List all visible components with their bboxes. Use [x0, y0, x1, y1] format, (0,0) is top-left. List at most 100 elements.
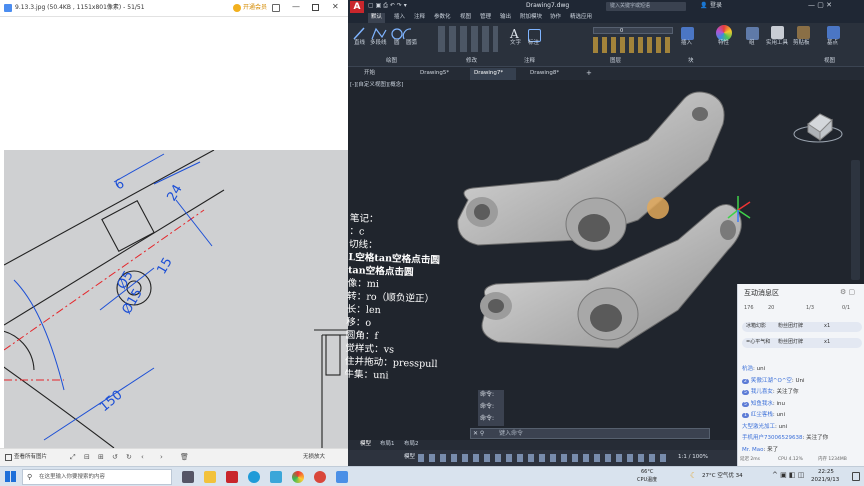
- line-label[interactable]: 直线: [354, 40, 365, 47]
- tab-manage[interactable]: 管理: [480, 14, 491, 21]
- status-model[interactable]: 模型: [404, 454, 415, 461]
- command-close-icon[interactable]: ✕ ⚲: [473, 431, 484, 437]
- viewport-label[interactable]: [-][自定义视图][概念]: [350, 82, 403, 89]
- grid-icon[interactable]: [5, 454, 12, 461]
- chat-username[interactable]: 大型激光加工: [742, 424, 775, 430]
- doc-tab-drawing5[interactable]: Drawing5*: [420, 70, 449, 77]
- tray-icons[interactable]: ^ ▣ ◧ ◫: [772, 472, 804, 479]
- draw-tools-icons[interactable]: [352, 25, 412, 41]
- tab-featured[interactable]: 精选应用: [570, 14, 592, 21]
- polyline-label[interactable]: 多段线: [370, 40, 387, 47]
- status-toggles[interactable]: [418, 454, 668, 462]
- clock-date[interactable]: 2021/9/13: [811, 477, 839, 484]
- chat-username[interactable]: 手机用户73006529638: [742, 435, 803, 441]
- arc-label[interactable]: 圆弧: [406, 40, 417, 47]
- command-line[interactable]: ✕ ⚲ 键入命令: [470, 428, 710, 439]
- tab-default[interactable]: 默认: [368, 13, 386, 23]
- group-label[interactable]: 组: [749, 40, 755, 47]
- folder-icon[interactable]: [204, 471, 216, 483]
- panel-annotate-label[interactable]: 注释: [524, 58, 535, 65]
- doc-tab-start[interactable]: 开始: [364, 70, 375, 77]
- task-view-icon[interactable]: [182, 471, 194, 483]
- chat-username[interactable]: 知鱼我水: [751, 401, 773, 407]
- panel-view-label[interactable]: 视图: [824, 58, 835, 65]
- command-input[interactable]: 键入命令: [499, 431, 523, 437]
- search-input[interactable]: 键入关键字或短语: [610, 4, 650, 9]
- app-icon[interactable]: [314, 471, 326, 483]
- fit-icon[interactable]: ⤢: [70, 454, 76, 461]
- delete-icon[interactable]: 🗑: [180, 454, 189, 461]
- panel-draw-label[interactable]: 绘图: [386, 58, 397, 65]
- clipboard-icon[interactable]: [797, 26, 810, 39]
- chrome-icon[interactable]: [292, 471, 304, 483]
- prev-icon[interactable]: ‹: [141, 454, 144, 461]
- quick-access-icons[interactable]: ▢ ▣ ⎙ ↶ ↷ ▾: [368, 3, 407, 9]
- properties-label[interactable]: 特性: [718, 40, 729, 47]
- window-controls[interactable]: — ▢ ✕: [808, 2, 832, 9]
- text-label[interactable]: 文字: [510, 40, 521, 47]
- tab-parametric[interactable]: 参数化: [434, 14, 451, 21]
- tab-addins[interactable]: 附加模块: [520, 14, 542, 21]
- zoom-in-icon[interactable]: ⊞: [98, 454, 104, 461]
- tab-annotate[interactable]: 注释: [414, 14, 425, 21]
- vip-icon[interactable]: [233, 4, 241, 12]
- autocad-taskbar-icon[interactable]: [226, 471, 238, 483]
- clock-time[interactable]: 22:25: [818, 469, 834, 476]
- chat-username[interactable]: 笑傲江湖^O^空: [751, 378, 792, 384]
- browser-icon[interactable]: [270, 471, 282, 483]
- pin-icon[interactable]: [272, 4, 280, 12]
- doc-tab-drawing8[interactable]: Drawing8*: [530, 70, 559, 77]
- dimension-label[interactable]: 标注: [528, 40, 539, 47]
- text-tool-icon[interactable]: A: [510, 28, 519, 40]
- tab-insert[interactable]: 插入: [394, 14, 405, 21]
- weather-text[interactable]: 27°C 空气优 34: [702, 473, 743, 480]
- clipboard-label[interactable]: 剪贴板: [793, 40, 810, 47]
- layout-tab-1[interactable]: 布局1: [380, 441, 395, 448]
- insert-block-icon[interactable]: [681, 27, 694, 40]
- app2-icon[interactable]: [336, 471, 348, 483]
- chat-username[interactable]: 红尘客栈: [751, 412, 773, 418]
- panel-layer-label[interactable]: 图层: [610, 58, 621, 65]
- circle-label[interactable]: 圆: [394, 40, 400, 47]
- basepoint-label[interactable]: 基点: [827, 40, 838, 47]
- next-icon[interactable]: ›: [160, 454, 163, 461]
- taskbar-search[interactable]: ⚲ 在这里输入你要搜索的内容: [22, 469, 172, 485]
- properties-icon[interactable]: [716, 25, 732, 41]
- chat-username[interactable]: 杭浩: [742, 366, 753, 372]
- login-link[interactable]: 登录: [710, 3, 722, 9]
- navigation-bar[interactable]: [851, 160, 860, 280]
- view-cube[interactable]: [792, 104, 844, 148]
- chat-username[interactable]: 我儿喜女: [751, 389, 773, 395]
- panel-block-label[interactable]: 块: [688, 58, 694, 65]
- lossless-zoom-button[interactable]: 无损放大: [303, 454, 325, 461]
- utilities-icon[interactable]: [771, 26, 784, 39]
- open-vip-link[interactable]: 开通会员: [243, 5, 267, 11]
- doc-tab-drawing7[interactable]: Drawing7*: [474, 70, 503, 77]
- insert-label[interactable]: 插入: [681, 40, 692, 47]
- rotate-right-icon[interactable]: ↻: [126, 454, 132, 461]
- view-all-images-link[interactable]: 查看所有图片: [14, 454, 47, 461]
- rotate-left-icon[interactable]: ↺: [112, 454, 118, 461]
- layer-dropdown[interactable]: 0: [593, 27, 673, 34]
- weather-icon[interactable]: ☾: [690, 472, 697, 480]
- utilities-label[interactable]: 实用工具: [766, 40, 788, 47]
- layout-tab-model[interactable]: 模型: [360, 441, 371, 448]
- taskbar-search-input[interactable]: 在这里输入你要搜索的内容: [39, 474, 105, 481]
- chat-username[interactable]: Mr. Mao: [742, 447, 763, 453]
- user-icon[interactable]: 👤: [700, 3, 707, 9]
- edge-icon[interactable]: [248, 471, 260, 483]
- new-tab-button[interactable]: +: [586, 70, 592, 77]
- panel-modify-label[interactable]: 修改: [466, 58, 477, 65]
- chat-settings-icon[interactable]: ⚙ ▢: [840, 289, 855, 296]
- app-logo[interactable]: A: [350, 1, 364, 13]
- close-button[interactable]: ✕: [332, 3, 339, 11]
- tab-output[interactable]: 输出: [500, 14, 511, 21]
- zoom-out-icon[interactable]: ⊟: [84, 454, 90, 461]
- layout-tab-2[interactable]: 布局2: [404, 441, 419, 448]
- status-scale[interactable]: 1:1 / 100%: [678, 454, 708, 461]
- start-icon[interactable]: [5, 471, 16, 482]
- maximize-button[interactable]: [312, 4, 319, 11]
- group-icon[interactable]: [746, 27, 759, 40]
- basepoint-icon[interactable]: [827, 26, 840, 39]
- tab-collaborate[interactable]: 协作: [550, 14, 561, 21]
